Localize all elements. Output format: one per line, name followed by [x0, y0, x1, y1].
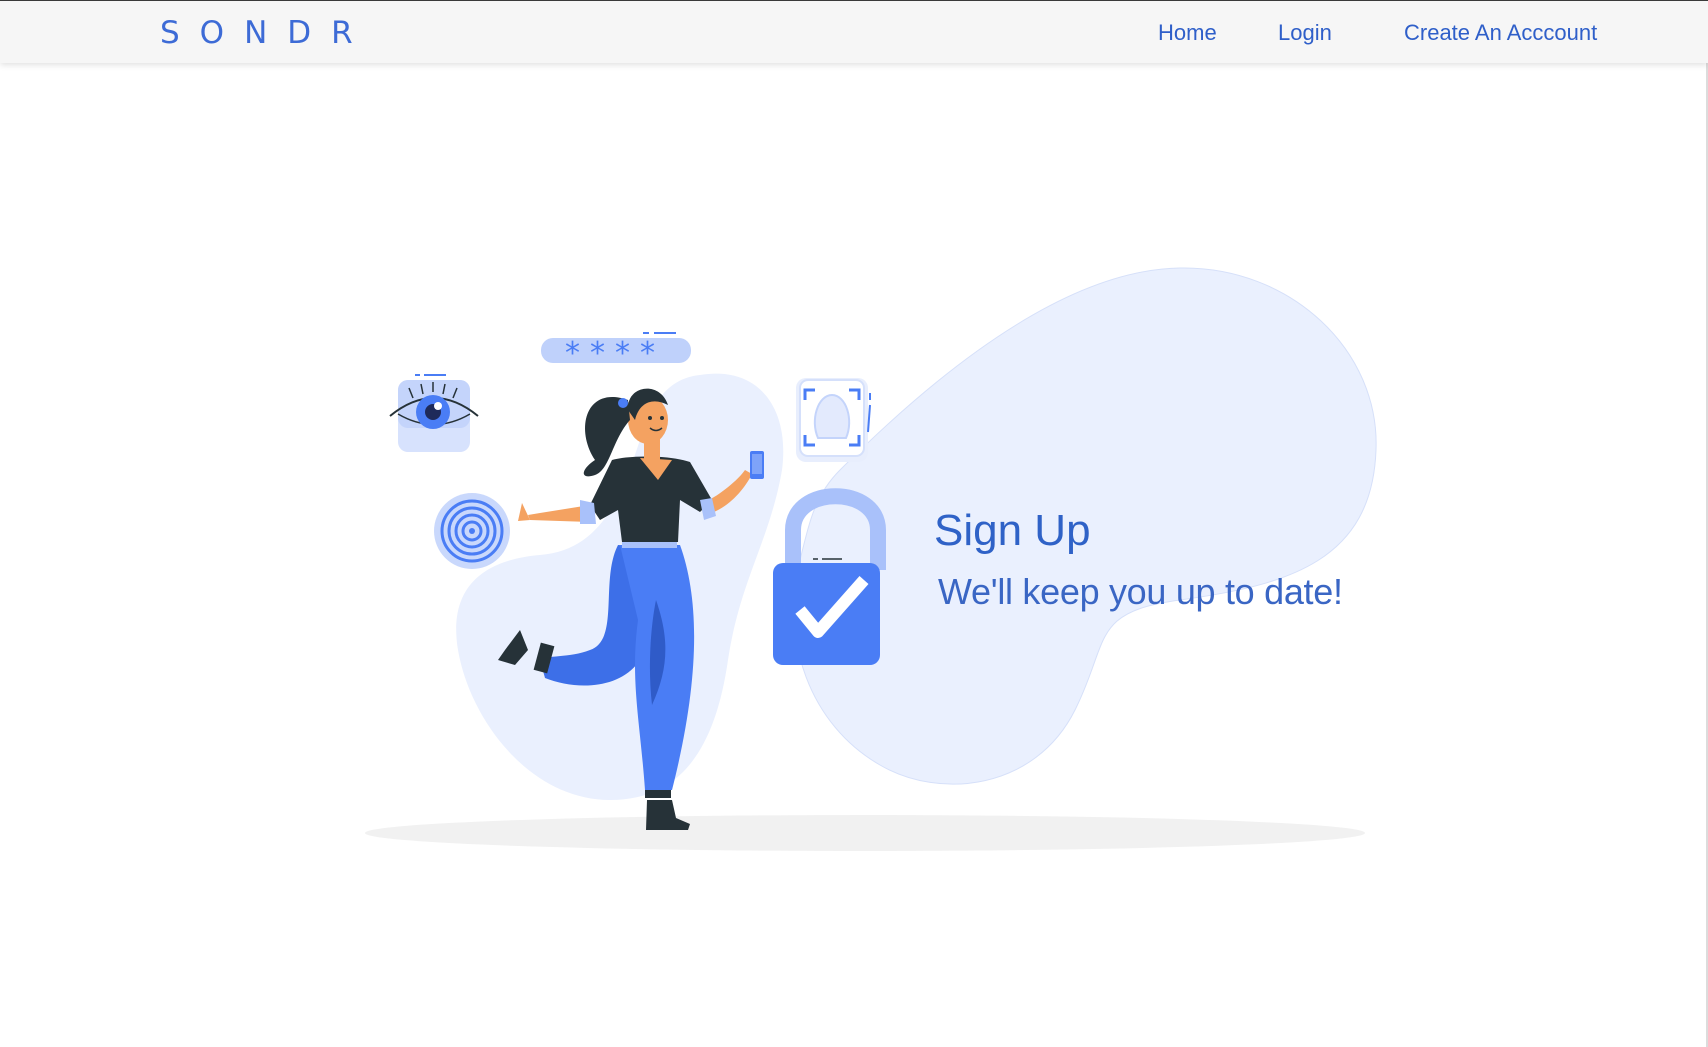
security-illustration: ****	[365, 267, 1377, 851]
eye-scan-icon	[389, 374, 479, 452]
nav-home-link[interactable]: Home	[1158, 20, 1217, 46]
face-id-icon	[796, 378, 871, 462]
page-subtitle: We'll keep you up to date!	[938, 571, 1343, 612]
top-navbar: SONDR Home Login Create An Acccount	[0, 0, 1708, 63]
brand-logo[interactable]: SONDR	[160, 15, 373, 51]
svg-text:****: ****	[565, 336, 665, 371]
ground-shadow	[365, 815, 1365, 851]
nav-login-link[interactable]: Login	[1278, 20, 1332, 46]
hero-section: **** Sign Up We'll keep you up to date!	[0, 63, 1708, 1047]
fingerprint-icon	[434, 493, 510, 569]
password-field-icon: ****	[541, 332, 691, 371]
page-title: Sign Up	[934, 506, 1091, 555]
nav-create-account-link[interactable]: Create An Acccount	[1404, 20, 1597, 46]
